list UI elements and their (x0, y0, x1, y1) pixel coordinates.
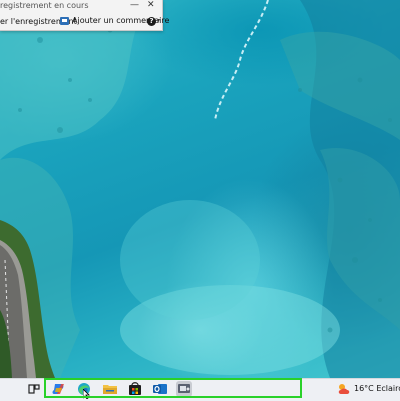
close-button[interactable]: ✕ (147, 0, 155, 10)
partly-cloudy-icon[interactable] (337, 383, 351, 395)
weather-condition: Eclaircie (376, 384, 400, 393)
coastline (0, 220, 55, 378)
desktop-wallpaper (0, 0, 400, 378)
minimize-button[interactable]: — (130, 0, 139, 10)
recorder-toolbar: er l'enregistrement Ajouter un commentai… (0, 15, 169, 29)
weather-widget[interactable]: 16°C Eclaircie (354, 384, 400, 393)
comment-icon (60, 16, 69, 25)
wave-line (214, 0, 269, 121)
help-caret-icon[interactable]: ▾ (157, 17, 160, 24)
highlight-box (44, 378, 302, 398)
help-icon[interactable]: ? (147, 17, 156, 26)
steps-recorder-window: registrement en cours — ✕ er l'enregistr… (0, 0, 169, 31)
task-view-icon[interactable] (26, 381, 42, 397)
recorder-title: registrement en cours (0, 1, 89, 10)
weather-temperature: 16°C (354, 384, 374, 393)
